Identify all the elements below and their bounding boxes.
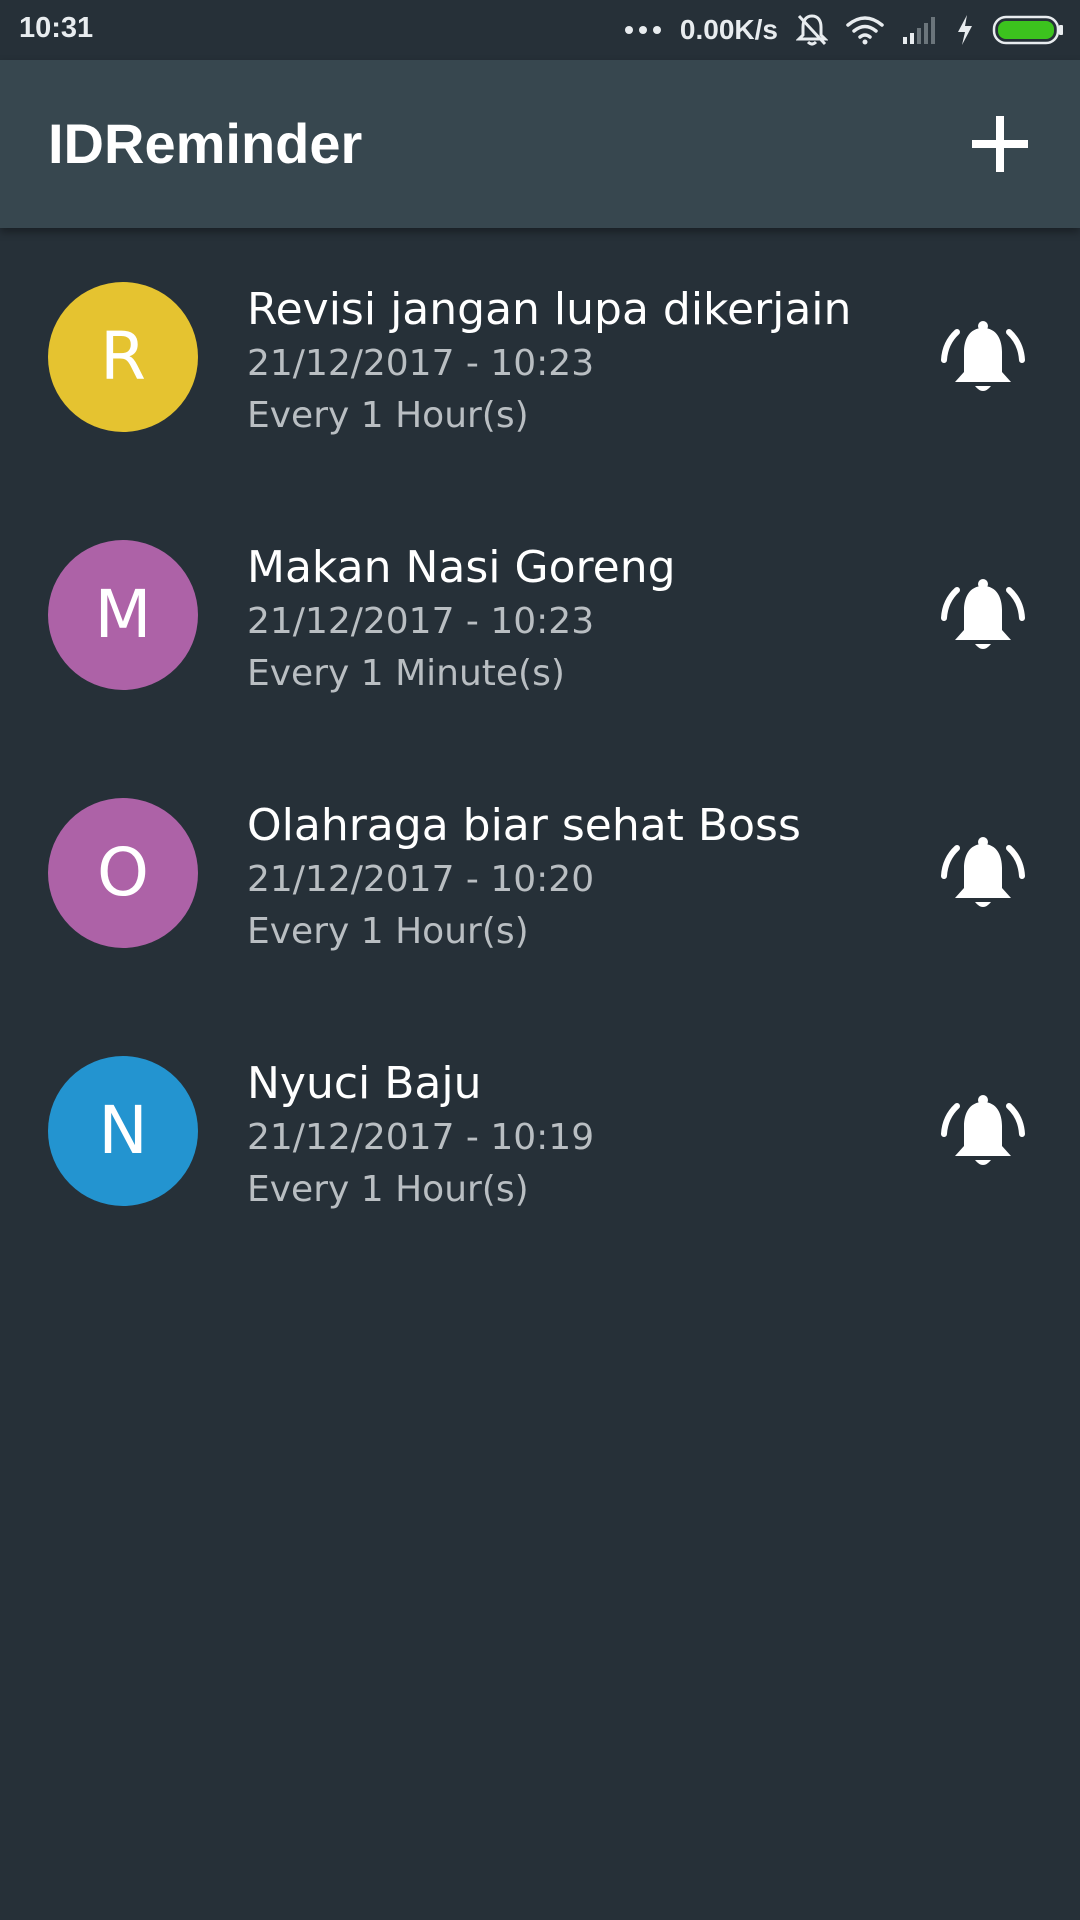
reminder-text: Revisi jangan lupa dikerjain 21/12/2017 … [247,282,897,442]
reminder-repeat: Every 1 Hour(s) [247,395,529,436]
overflow-dots-icon [624,24,662,36]
reminder-title: Makan Nasi Goreng [247,542,676,593]
app-bar: IDReminder [0,60,1080,228]
avatar: R [48,282,198,432]
reminder-datetime: 21/12/2017 - 10:23 [247,601,595,642]
reminder-item[interactable]: M Makan Nasi Goreng 21/12/2017 - 10:23 E… [0,486,1080,744]
reminder-title: Olahraga biar sehat Boss [247,800,801,851]
battery-icon [992,15,1064,45]
charging-icon [956,14,974,46]
reminder-item[interactable]: N Nyuci Baju 21/12/2017 - 10:19 Every 1 … [0,1002,1080,1260]
status-time: 10:31 [19,12,94,44]
avatar-letter: O [97,834,149,911]
alarm-toggle-button[interactable] [938,1088,1028,1178]
reminder-repeat: Every 1 Hour(s) [247,911,529,952]
reminder-text: Nyuci Baju 21/12/2017 - 10:19 Every 1 Ho… [247,1056,897,1216]
app-title: IDReminder [48,112,363,175]
avatar-letter: M [94,576,152,653]
avatar: M [48,540,198,690]
reminder-item[interactable]: R Revisi jangan lupa dikerjain 21/12/201… [0,228,1080,486]
reminder-title: Nyuci Baju [247,1058,482,1109]
reminder-text: Makan Nasi Goreng 21/12/2017 - 10:23 Eve… [247,540,897,700]
alarm-bell-icon [941,321,1025,391]
reminder-repeat: Every 1 Minute(s) [247,653,565,694]
net-speed: 0.00K/s [679,14,778,45]
status-icons: 0.00K/s [624,10,1064,50]
avatar-letter: R [100,318,146,395]
wifi-icon [846,15,884,45]
alarm-bell-icon [941,1095,1025,1165]
signal-icon [902,15,938,45]
alarm-toggle-button[interactable] [938,314,1028,404]
mute-bell-icon [796,13,828,47]
reminder-title: Revisi jangan lupa dikerjain [247,284,852,335]
avatar: O [48,798,198,948]
add-reminder-button[interactable] [968,112,1032,176]
status-bar: 10:31 0.00K/s [0,0,1080,60]
avatar-letter: N [98,1092,148,1169]
alarm-toggle-button[interactable] [938,830,1028,920]
reminder-datetime: 21/12/2017 - 10:20 [247,859,595,900]
alarm-bell-icon [941,579,1025,649]
plus-icon [972,116,1028,172]
reminder-list: R Revisi jangan lupa dikerjain 21/12/201… [0,228,1080,1260]
reminder-datetime: 21/12/2017 - 10:19 [247,1117,595,1158]
reminder-text: Olahraga biar sehat Boss 21/12/2017 - 10… [247,798,897,958]
reminder-datetime: 21/12/2017 - 10:23 [247,343,595,384]
alarm-bell-icon [941,837,1025,907]
avatar: N [48,1056,198,1206]
alarm-toggle-button[interactable] [938,572,1028,662]
reminder-item[interactable]: O Olahraga biar sehat Boss 21/12/2017 - … [0,744,1080,1002]
reminder-repeat: Every 1 Hour(s) [247,1169,529,1210]
